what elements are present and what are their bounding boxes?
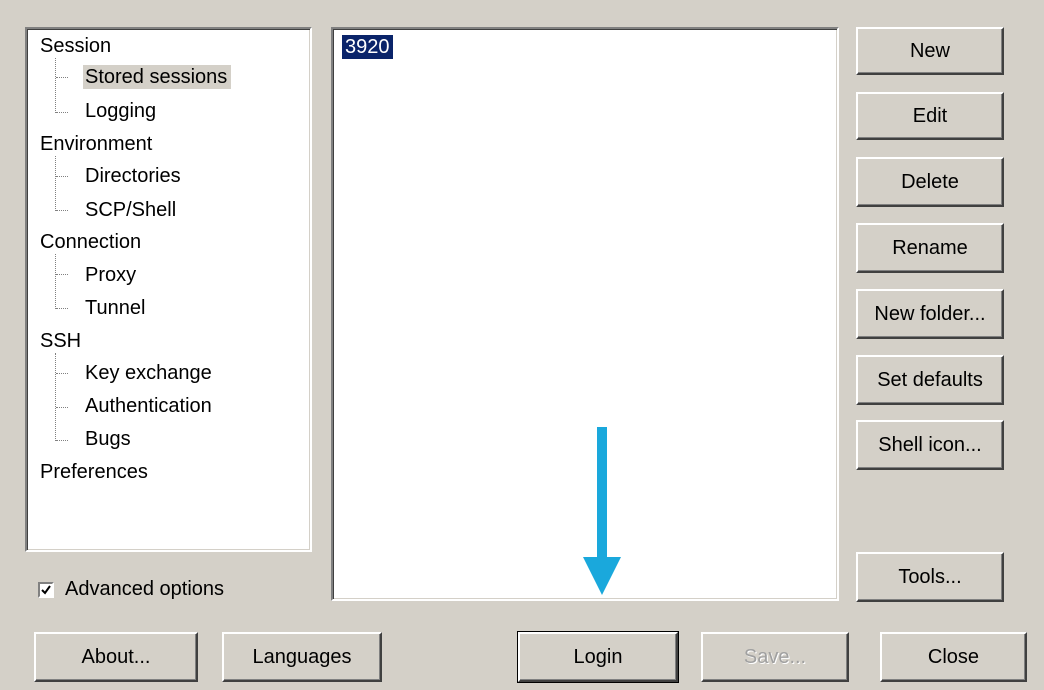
down-arrow-icon xyxy=(583,427,621,595)
delete-button[interactable]: Delete xyxy=(856,157,1004,207)
tree-item-logging[interactable]: Logging xyxy=(85,99,156,123)
arrow-head xyxy=(583,557,621,595)
save-button[interactable]: Save... xyxy=(701,632,849,682)
tree-connector xyxy=(55,254,56,309)
navigation-tree[interactable]: Session Stored sessions Logging Environm… xyxy=(25,27,312,552)
rename-button[interactable]: Rename xyxy=(856,223,1004,273)
login-button[interactable]: Login xyxy=(517,631,679,683)
tree-item-key-exchange[interactable]: Key exchange xyxy=(85,361,212,385)
tree-connector xyxy=(56,308,68,309)
arrow-shaft xyxy=(597,427,607,562)
tree-item-connection[interactable]: Connection xyxy=(40,230,141,254)
advanced-options-checkbox[interactable] xyxy=(38,581,54,598)
tree-connector xyxy=(55,156,56,211)
set-defaults-button[interactable]: Set defaults xyxy=(856,355,1004,405)
tree-connector xyxy=(56,440,68,441)
tree-item-bugs[interactable]: Bugs xyxy=(85,427,131,451)
tree-item-session[interactable]: Session xyxy=(40,34,111,58)
tree-item-stored-sessions[interactable]: Stored sessions xyxy=(83,65,232,89)
session-item[interactable]: 3920 xyxy=(341,34,394,60)
edit-button[interactable]: Edit xyxy=(856,92,1004,140)
advanced-options-option[interactable]: Advanced options xyxy=(38,578,224,601)
tree-connector xyxy=(56,210,68,211)
shell-icon-button[interactable]: Shell icon... xyxy=(856,420,1004,470)
tree-item-ssh[interactable]: SSH xyxy=(40,329,81,353)
tree-item-environment[interactable]: Environment xyxy=(40,132,152,156)
tree-connector xyxy=(56,373,68,374)
close-button[interactable]: Close xyxy=(880,632,1027,682)
new-folder-button[interactable]: New folder... xyxy=(856,289,1004,339)
checkmark-icon xyxy=(41,584,51,595)
tree-connector xyxy=(56,407,68,408)
tree-item-directories[interactable]: Directories xyxy=(85,164,181,188)
tree-connector xyxy=(55,353,56,441)
tree-connector xyxy=(56,176,68,177)
about-button[interactable]: About... xyxy=(34,632,198,682)
tools-button[interactable]: Tools... xyxy=(856,552,1004,602)
tree-connector xyxy=(55,58,56,113)
tree-item-authentication[interactable]: Authentication xyxy=(85,394,212,418)
new-button[interactable]: New xyxy=(856,27,1004,75)
tree-item-scp-shell[interactable]: SCP/Shell xyxy=(85,198,176,222)
tree-connector xyxy=(56,274,68,275)
tree-item-tunnel[interactable]: Tunnel xyxy=(85,296,145,320)
tree-connector xyxy=(56,77,68,78)
advanced-options-label: Advanced options xyxy=(65,578,225,600)
tree-item-preferences[interactable]: Preferences xyxy=(40,460,148,484)
languages-button[interactable]: Languages xyxy=(222,632,382,682)
tree-item-proxy[interactable]: Proxy xyxy=(85,263,136,287)
tree-connector xyxy=(56,112,68,113)
